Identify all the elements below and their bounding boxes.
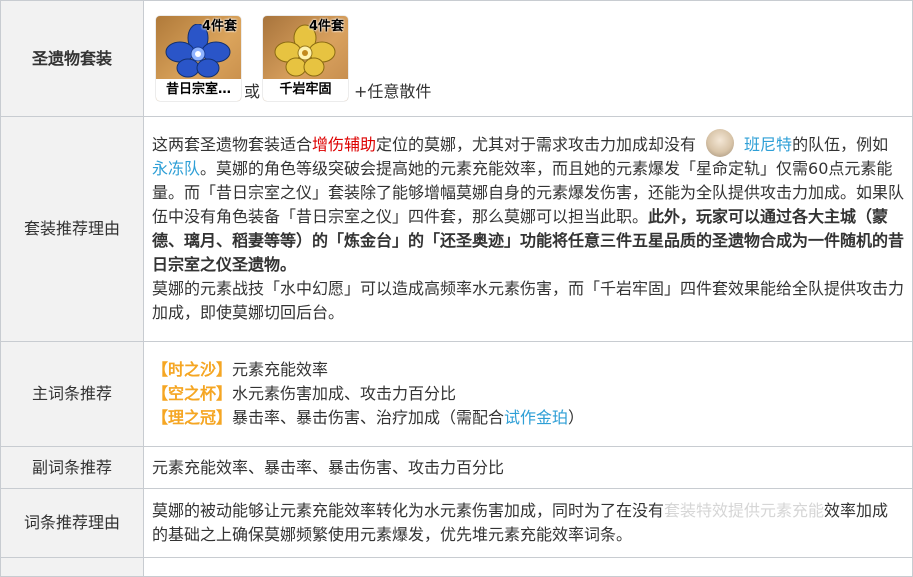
artifact-name: 千岩牢固 (263, 79, 349, 101)
cell-set-reason: 这两套圣遗物套装适合增伤辅助定位的莫娜，尤其对于需求攻击力加成却没有 班尼特的队伍… (143, 116, 913, 342)
row-next (0, 557, 913, 577)
prototype-amber-link[interactable]: 试作金珀 (504, 408, 568, 427)
cell-sub-stats: 元素充能效率、暴击率、暴击伤害、攻击力百分比 (143, 446, 913, 489)
row-stat-reason: 词条推荐理由 莫娜的被动能够让元素充能效率转化为水元素伤害加成，同时为了在没有套… (0, 488, 913, 558)
cell-stat-reason: 莫娜的被动能够让元素充能效率转化为水元素伤害加成，同时为了在没有套装特效提供元素… (143, 488, 913, 558)
cell-artifact-set: 4件套 昔日宗室… 或 4件套 千岩牢固 +任意散件 (143, 0, 913, 117)
any-piece-text: +任意散件 (354, 82, 432, 101)
artifact-items: 4件套 昔日宗室… 或 4件套 千岩牢固 +任意散件 (152, 16, 904, 101)
stat-reason-text: 莫娜的被动能够让元素充能效率转化为水元素伤害加成，同时为了在没有 (152, 501, 665, 520)
bennett-link[interactable]: 班尼特 (744, 135, 792, 154)
label-next (0, 557, 144, 577)
stat-tag-circlet: 【理之冠】 (152, 408, 233, 427)
cell-main-stats: 【时之沙】元素充能效率 【空之杯】水元素伤害加成、攻击力百分比 【理之冠】暴击率… (143, 341, 913, 447)
label-sub-stats: 副词条推荐 (0, 446, 144, 489)
or-text: 或 (244, 82, 261, 101)
row-set-reason: 套装推荐理由 这两套圣遗物套装适合增伤辅助定位的莫娜，尤其对于需求攻击力加成却没… (0, 116, 913, 342)
reason-text: 这两套圣遗物套装适合 (152, 134, 313, 154)
label-set-reason: 套装推荐理由 (0, 116, 144, 342)
watermark-overlap-text: 套装特效提供元素充能 (664, 501, 825, 520)
main-stat-line: 【理之冠】暴击率、暴击伤害、治疗加成（需配合试作金珀） (152, 406, 904, 430)
row-artifact-set: 圣遗物套装 4件套 昔日宗室… 或 4件套 千岩牢固 +任意散件 (0, 0, 913, 117)
stat-text: 暴击率、暴击伤害、治疗加成（需配合 (232, 408, 505, 427)
label-main-stats: 主词条推荐 (0, 341, 144, 447)
main-stat-line: 【时之沙】元素充能效率 (152, 358, 904, 382)
artifact-badge: 4件套 (308, 19, 345, 34)
stat-text: 水元素伤害加成、攻击力百分比 (232, 384, 457, 403)
highlight-role: 增伤辅助 (312, 134, 377, 154)
label-artifact-set: 圣遗物套装 (0, 0, 144, 117)
bennett-avatar[interactable] (706, 129, 735, 158)
row-sub-stats: 副词条推荐 元素充能效率、暴击率、暴击伤害、攻击力百分比 (0, 446, 913, 489)
stat-tag-goblet: 【空之杯】 (152, 384, 233, 403)
reason-paragraph-2: 莫娜的元素战技「水中幻愿」可以造成高频率水元素伤害，而「千岩牢固」四件套效果能给… (152, 279, 905, 323)
stat-text: 元素充能效率 (232, 360, 329, 379)
freeze-team-link[interactable]: 永冻队 (152, 159, 200, 178)
label-stat-reason: 词条推荐理由 (0, 488, 144, 558)
reason-text: 的队伍，例如 (792, 134, 889, 154)
row-main-stats: 主词条推荐 【时之沙】元素充能效率 【空之杯】水元素伤害加成、攻击力百分比 【理… (0, 341, 913, 447)
artifact-card-tenacity[interactable]: 4件套 千岩牢固 (263, 16, 349, 101)
artifact-badge: 4件套 (201, 19, 237, 34)
reason-text: 定位的莫娜，尤其对于需求攻击力加成却没有 (376, 134, 697, 154)
stat-text: ） (568, 408, 585, 427)
stat-tag-sands: 【时之沙】 (152, 360, 233, 379)
artifact-recommendation-table: 圣遗物套装 4件套 昔日宗室… 或 4件套 千岩牢固 +任意散件 套装推荐理由 … (0, 0, 913, 577)
main-stat-line: 【空之杯】水元素伤害加成、攻击力百分比 (152, 382, 904, 406)
artifact-card-noblesse[interactable]: 4件套 昔日宗室… (156, 16, 241, 101)
cell-next (143, 557, 913, 577)
artifact-name: 昔日宗室… (156, 79, 241, 101)
